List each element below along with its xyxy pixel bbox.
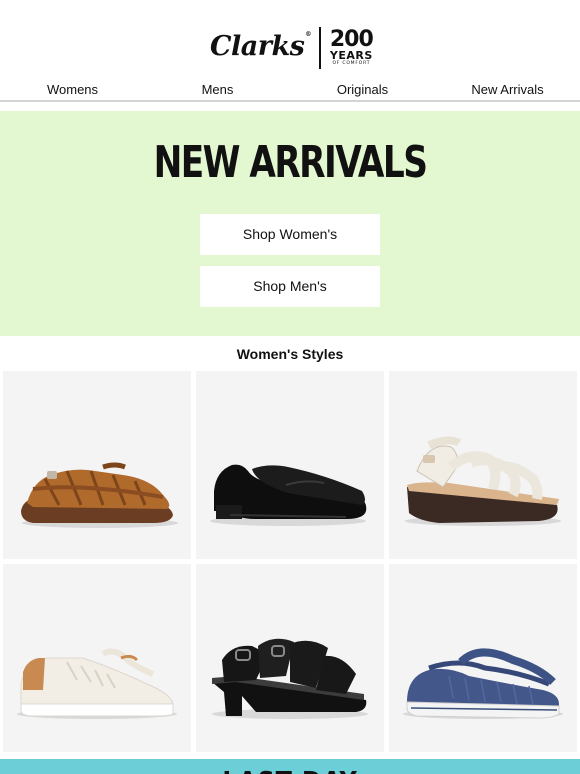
nav-item-originals[interactable]: Originals <box>290 80 435 100</box>
main-nav: Womens Mens Originals New Arrivals <box>0 80 580 102</box>
product-tile-2[interactable] <box>196 371 384 559</box>
nav-item-womens[interactable]: Womens <box>0 80 145 100</box>
brand-wordmark: Clarks® <box>210 30 311 62</box>
promo-banner[interactable]: LAST DAY <box>0 759 580 774</box>
shop-womens-button[interactable]: Shop Women's <box>200 214 380 255</box>
product-tile-6[interactable] <box>389 564 577 752</box>
brand-logo[interactable]: Clarks® 200 YEARS OF COMFORT <box>210 26 374 70</box>
promo-banner-text: LAST DAY <box>44 765 537 774</box>
navy-knit-slip-on-image <box>403 648 563 719</box>
product-tile-5[interactable] <box>196 564 384 752</box>
black-leather-loafer-image <box>210 464 367 526</box>
product-tile-4[interactable] <box>3 564 191 752</box>
product-tile-1[interactable] <box>3 371 191 559</box>
hero-title: NEW ARRIVALS <box>153 137 428 188</box>
logo-divider <box>318 27 321 69</box>
nav-item-mens[interactable]: Mens <box>145 80 290 100</box>
section-title: Women's Styles <box>236 346 344 362</box>
white-strappy-wedge-sandal-image <box>405 436 561 526</box>
product-tile-3[interactable] <box>389 371 577 559</box>
anniversary-badge: 200 YEARS OF COMFORT <box>329 27 374 67</box>
shop-mens-button[interactable]: Shop Men's <box>200 266 380 307</box>
black-buckle-heeled-sandal-image <box>212 638 368 719</box>
anniversary-number: 200 <box>329 27 374 53</box>
email-header: Clarks® 200 YEARS OF COMFORT <box>0 0 580 80</box>
anniversary-word: YEARS <box>329 49 373 63</box>
tan-fisherman-sandal-image <box>21 462 178 528</box>
anniversary-tagline: OF COMFORT <box>332 61 371 67</box>
hero-banner: NEW ARRIVALS Shop Women's Shop Men's <box>0 111 580 336</box>
nav-item-new-arrivals[interactable]: New Arrivals <box>435 80 580 100</box>
white-knit-sneaker-image <box>17 648 177 719</box>
